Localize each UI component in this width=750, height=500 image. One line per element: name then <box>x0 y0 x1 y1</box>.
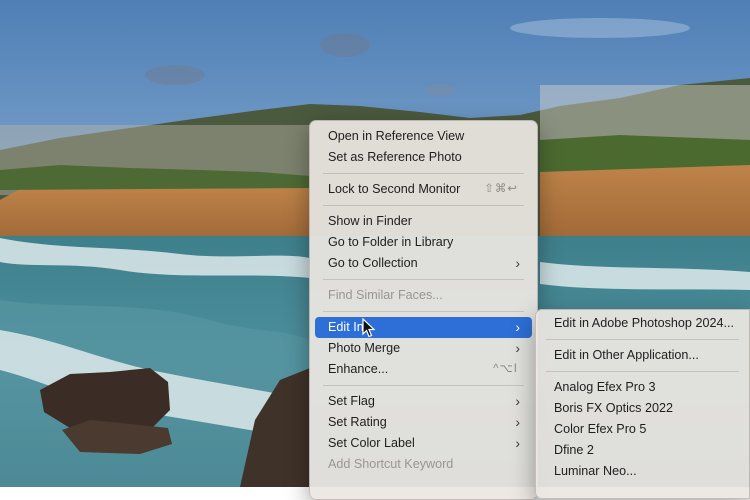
chevron-right-icon: › <box>515 435 520 451</box>
submenu-item-luminar-neo[interactable]: Luminar Neo... <box>541 461 744 482</box>
menu-item-set-rating[interactable]: Set Rating › <box>315 412 532 433</box>
keyboard-shortcut: ^⌥I <box>493 363 518 375</box>
submenu-item-edit-in-other-application[interactable]: Edit in Other Application... <box>541 345 744 366</box>
menu-separator <box>323 173 524 174</box>
menu-item-label: Photo Merge <box>328 341 401 355</box>
menu-item-lock-to-second-monitor[interactable]: Lock to Second Monitor ⇧⌘↩ <box>315 179 532 200</box>
chevron-right-icon: › <box>515 414 520 430</box>
menu-item-enhance[interactable]: Enhance... ^⌥I <box>315 359 532 380</box>
menu-item-edit-in[interactable]: Edit In › <box>315 317 532 338</box>
menu-item-add-shortcut-keyword: Add Shortcut Keyword <box>315 454 532 475</box>
menu-item-label: Boris FX Optics 2022 <box>554 401 673 415</box>
menu-item-find-similar-faces: Find Similar Faces... <box>315 285 532 306</box>
chevron-right-icon: › <box>515 340 520 356</box>
menu-separator <box>323 385 524 386</box>
menu-separator <box>546 339 739 340</box>
menu-item-label: Dfine 2 <box>554 443 594 457</box>
menu-item-show-in-finder[interactable]: Show in Finder <box>315 211 532 232</box>
menu-item-label: Enhance... <box>328 362 389 376</box>
context-menu: Open in Reference View Set as Reference P… <box>309 120 538 500</box>
menu-item-label: Go to Collection <box>328 256 418 270</box>
submenu-item-color-efex-pro-5[interactable]: Color Efex Pro 5 <box>541 419 744 440</box>
menu-item-go-to-folder-in-library[interactable]: Go to Folder in Library <box>315 232 532 253</box>
menu-item-label: Color Efex Pro 5 <box>554 422 647 436</box>
submenu-item-dfine-2[interactable]: Dfine 2 <box>541 440 744 461</box>
mouse-pointer-icon <box>362 318 376 338</box>
menu-item-label: Set as Reference Photo <box>328 150 462 164</box>
menu-item-set-flag[interactable]: Set Flag › <box>315 391 532 412</box>
menu-item-photo-merge[interactable]: Photo Merge › <box>315 338 532 359</box>
menu-item-label: Set Color Label <box>328 436 415 450</box>
menu-item-set-color-label[interactable]: Set Color Label › <box>315 433 532 454</box>
menu-item-go-to-collection[interactable]: Go to Collection › <box>315 253 532 274</box>
chevron-right-icon: › <box>515 393 520 409</box>
keyboard-shortcut: ⇧⌘↩ <box>484 183 518 195</box>
menu-separator <box>546 371 739 372</box>
submenu-item-boris-fx-optics-2022[interactable]: Boris FX Optics 2022 <box>541 398 744 419</box>
chevron-right-icon: › <box>515 319 520 335</box>
menu-item-label: Edit In <box>328 320 364 334</box>
menu-item-label: Go to Folder in Library <box>328 235 454 249</box>
menu-item-label: Set Rating <box>328 415 387 429</box>
chevron-right-icon: › <box>515 255 520 271</box>
menu-item-label: Add Shortcut Keyword <box>328 457 454 471</box>
menu-item-open-in-reference-view[interactable]: Open in Reference View <box>315 126 532 147</box>
menu-item-label: Luminar Neo... <box>554 464 637 478</box>
menu-item-label: Find Similar Faces... <box>328 288 443 302</box>
submenu-item-analog-efex-pro-3[interactable]: Analog Efex Pro 3 <box>541 377 744 398</box>
menu-item-label: Open in Reference View <box>328 129 465 143</box>
menu-item-label: Edit in Adobe Photoshop 2024... <box>554 316 734 330</box>
menu-item-label: Analog Efex Pro 3 <box>554 380 656 394</box>
menu-separator <box>323 205 524 206</box>
menu-item-label: Lock to Second Monitor <box>328 182 461 196</box>
menu-separator <box>323 279 524 280</box>
menu-item-set-as-reference-photo[interactable]: Set as Reference Photo <box>315 147 532 168</box>
menu-separator <box>323 311 524 312</box>
submenu-item-edit-in-adobe-photoshop-2024[interactable]: Edit in Adobe Photoshop 2024... <box>541 313 744 334</box>
menu-item-label: Show in Finder <box>328 214 412 228</box>
menu-item-label: Edit in Other Application... <box>554 348 699 362</box>
edit-in-submenu: Edit in Adobe Photoshop 2024... Edit in O… <box>535 309 750 499</box>
menu-item-label: Set Flag <box>328 394 375 408</box>
